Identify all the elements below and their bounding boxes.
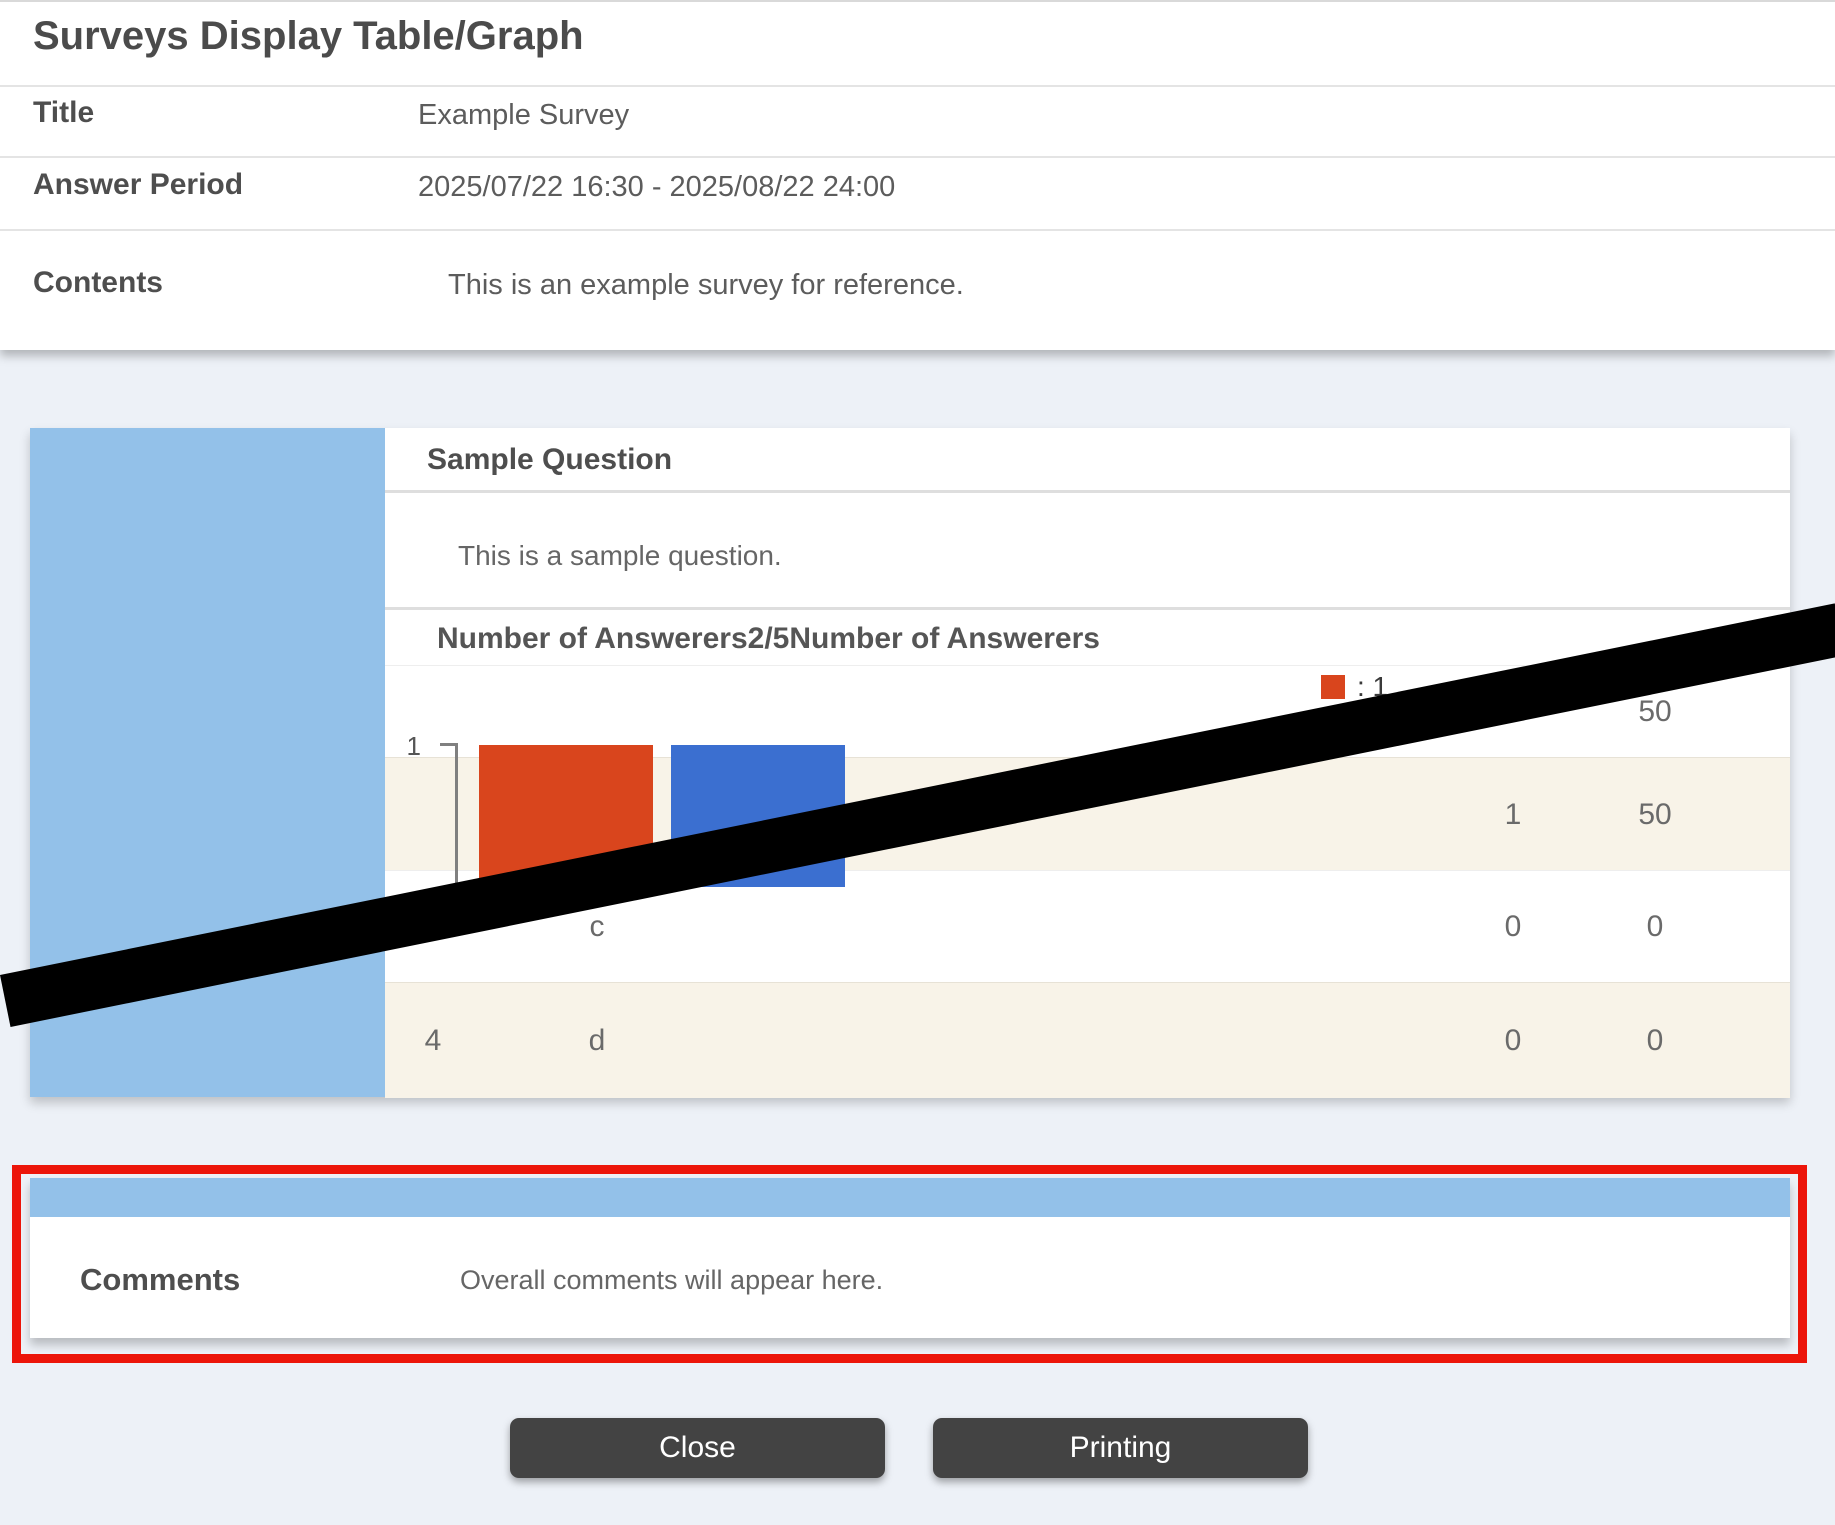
table-cell-percent: 50 xyxy=(1638,798,1671,832)
y-axis-tick-label: 1 xyxy=(401,731,421,762)
table-cell-percent: 50 xyxy=(1638,695,1671,729)
y-axis-line xyxy=(455,743,458,887)
answer-period-value: 2025/07/22 16:30 - 2025/08/22 24:00 xyxy=(418,171,895,204)
table-cell-count: 0 xyxy=(1505,910,1522,944)
table-cell-option: c xyxy=(590,910,605,944)
table-cell-percent: 0 xyxy=(1647,1024,1664,1058)
comments-text: Overall comments will appear here. xyxy=(460,1265,883,1296)
annotation-highlight-box: Comments Overall comments will appear he… xyxy=(12,1165,1807,1363)
question-text: This is a sample question. xyxy=(458,540,782,572)
comments-header-bar xyxy=(30,1178,1790,1217)
table-cell-count: 1 xyxy=(1505,798,1522,832)
survey-meta-panel: Surveys Display Table/Graph Title Exampl… xyxy=(0,0,1835,350)
comments-card: Comments Overall comments will appear he… xyxy=(30,1178,1790,1338)
divider xyxy=(0,85,1835,87)
page-title: Surveys Display Table/Graph xyxy=(33,14,584,59)
title-value: Example Survey xyxy=(418,99,629,132)
divider xyxy=(385,490,1790,493)
close-button[interactable]: Close xyxy=(510,1418,885,1478)
legend-swatch-icon xyxy=(1321,675,1345,699)
answer-period-label: Answer Period xyxy=(33,168,243,202)
divider xyxy=(0,229,1835,231)
table-row: 4 d 0 0 xyxy=(385,982,1790,1098)
chart-title: Number of Answerers2/5Number of Answerer… xyxy=(437,622,1100,656)
question-result-card: Sample Question This is a sample questio… xyxy=(30,428,1790,1097)
contents-label: Contents xyxy=(33,266,163,300)
table-cell-option: d xyxy=(589,1024,606,1058)
contents-value: This is an example survey for reference. xyxy=(448,269,964,302)
divider xyxy=(385,607,1790,610)
divider xyxy=(0,156,1835,158)
table-cell-count: 0 xyxy=(1505,1024,1522,1058)
title-label: Title xyxy=(33,96,94,130)
table-cell-percent: 0 xyxy=(1647,910,1664,944)
printing-button[interactable]: Printing xyxy=(933,1418,1308,1478)
comments-label: Comments xyxy=(80,1262,240,1298)
question-title: Sample Question xyxy=(427,443,672,477)
table-cell-number: 4 xyxy=(425,1024,442,1058)
